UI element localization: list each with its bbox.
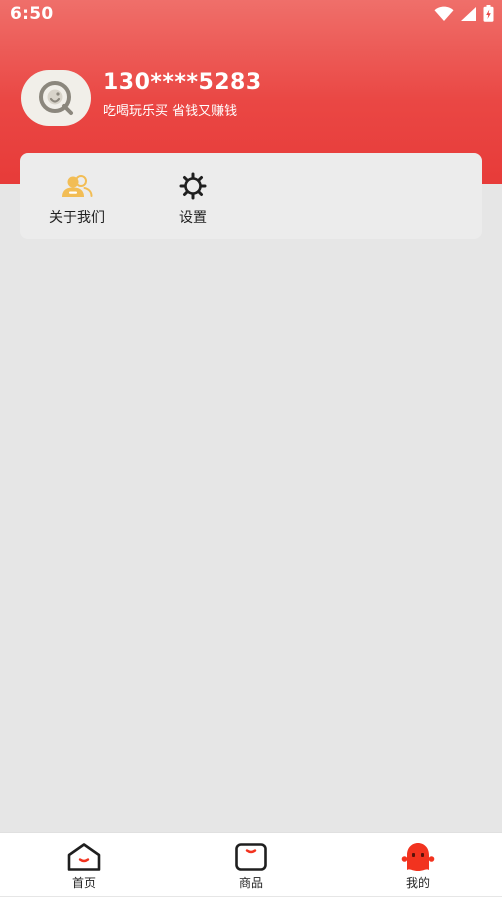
tab-label: 我的 [405, 876, 430, 890]
user-slogan: 吃喝玩乐买 省钱又赚钱 [103, 104, 238, 119]
bottom-tab-bar: 首页 商品 我的 [0, 832, 502, 896]
tab-goods[interactable]: 商品 [191, 833, 311, 897]
gear-icon [179, 172, 207, 200]
home-icon [67, 843, 101, 871]
tab-mine[interactable]: 我的 [358, 833, 478, 897]
status-time: 6:50 [10, 4, 54, 24]
avatar[interactable] [21, 70, 91, 126]
users-icon [62, 175, 93, 197]
status-bar: 6:50 [0, 0, 502, 28]
tab-home[interactable]: 首页 [24, 833, 144, 897]
status-icons [434, 5, 494, 22]
menu-item-label: 设置 [179, 210, 207, 226]
menu-card: 关于我们 设置 [20, 153, 482, 239]
goods-icon [235, 843, 267, 871]
menu-item-settings[interactable]: 设置 [133, 153, 253, 239]
tab-label: 首页 [71, 876, 96, 890]
user-phone: 130****5283 [103, 70, 262, 95]
avatar-logo-icon [39, 81, 73, 115]
battery-icon [483, 5, 494, 22]
menu-item-label: 关于我们 [49, 210, 105, 226]
signal-icon [461, 6, 476, 21]
menu-item-about-us[interactable]: 关于我们 [17, 153, 137, 239]
tab-label: 商品 [238, 876, 263, 890]
profile-icon [401, 843, 435, 871]
wifi-icon [434, 6, 454, 21]
